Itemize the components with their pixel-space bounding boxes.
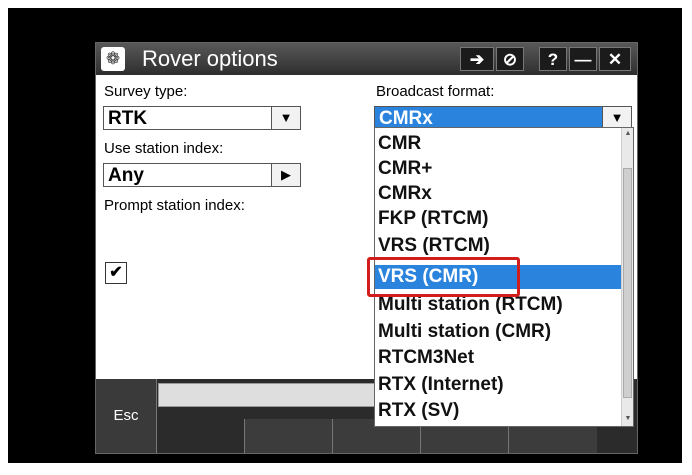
prompt-station-checkbox[interactable]: ✔ <box>105 262 127 284</box>
dropdown-option-rtcm3net[interactable]: RTCM3Net <box>375 346 623 370</box>
scrollbar-thumb[interactable] <box>623 168 632 398</box>
dropdown-option-cmrx[interactable]: CMRx <box>375 182 623 206</box>
dropdown-option-cmr[interactable]: CMR <box>375 132 623 156</box>
station-index-value: Any <box>108 165 144 186</box>
window-title: Rover options <box>142 46 278 71</box>
prompt-station-label: Prompt station index: <box>104 197 245 214</box>
survey-type-label: Survey type: <box>104 83 188 100</box>
chevron-down-icon[interactable]: ▼ <box>602 107 631 129</box>
app-logo-icon[interactable]: ❁ <box>101 47 125 71</box>
minimize-button[interactable]: — <box>569 47 597 71</box>
esc-button[interactable]: Esc <box>96 379 157 453</box>
dropdown-option-rtx-sv[interactable]: RTX (SV) <box>375 399 623 423</box>
broadcast-format-value: CMRx <box>379 108 433 129</box>
broadcast-format-label: Broadcast format: <box>376 83 495 100</box>
enter-icon[interactable]: ➔ <box>460 47 494 71</box>
dropdown-option-multi-station-cmr[interactable]: Multi station (CMR) <box>375 320 623 344</box>
survey-type-value: RTK <box>108 108 148 129</box>
dropdown-option-vrs-rtcm[interactable]: VRS (RTCM) <box>375 234 623 258</box>
annotation-highlight-box <box>367 257 520 297</box>
help-button[interactable]: ? <box>539 47 567 71</box>
title-bar: ❁ Rover options ➔ ⊘ ? — ✕ <box>96 43 637 75</box>
close-app-icon[interactable]: ⊘ <box>496 47 524 71</box>
station-index-select[interactable]: Any ▶ <box>103 163 301 187</box>
survey-type-select[interactable]: RTK ▼ <box>103 106 301 130</box>
dropdown-option-fkp-rtcm[interactable]: FKP (RTCM) <box>375 207 623 231</box>
scroll-down-icon[interactable]: ▼ <box>622 413 633 425</box>
dropdown-scrollbar[interactable]: ▲ ▼ <box>621 128 633 426</box>
softkey-2[interactable] <box>244 419 333 453</box>
scroll-up-icon[interactable]: ▲ <box>622 128 633 140</box>
chevron-down-icon[interactable]: ▼ <box>271 107 300 129</box>
close-button[interactable]: ✕ <box>599 47 631 71</box>
dropdown-option-rtx-internet[interactable]: RTX (Internet) <box>375 373 623 397</box>
dropdown-option-cmr-plus[interactable]: CMR+ <box>375 157 623 181</box>
chevron-right-icon[interactable]: ▶ <box>271 164 300 186</box>
station-index-label: Use station index: <box>104 140 224 157</box>
